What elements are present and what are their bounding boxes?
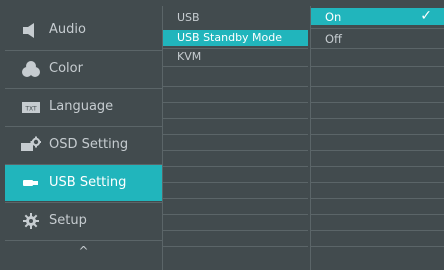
usb-submenu: USB USB Standby Mode KVM [163, 6, 308, 270]
row-divider [163, 182, 308, 183]
row-divider [311, 28, 444, 29]
row-divider [163, 246, 308, 247]
monitor-osd-menu: Audio Color TXT Language OSD Setting USB… [0, 0, 444, 270]
menu-item-label: USB Setting [49, 175, 127, 190]
row-divider [163, 214, 308, 215]
menu-item-usb-setting[interactable]: USB Setting [5, 165, 162, 201]
row-divider [163, 166, 308, 167]
submenu-item-label: USB [177, 11, 200, 24]
row-divider [311, 246, 444, 247]
row-divider [311, 66, 444, 67]
menu-item-audio[interactable]: Audio [5, 12, 162, 48]
scroll-up-arrow[interactable]: ^ [5, 244, 162, 262]
menu-item-osd-setting[interactable]: OSD Setting [5, 127, 162, 163]
menu-item-label: Color [49, 61, 83, 76]
standby-mode-options: On ✓ Off [311, 6, 444, 270]
row-divider [311, 86, 444, 87]
row-divider [163, 150, 308, 151]
row-divider [311, 48, 444, 49]
main-menu: Audio Color TXT Language OSD Setting USB… [5, 6, 162, 264]
row-divider [311, 214, 444, 215]
row-divider [163, 102, 308, 103]
chevron-up-icon: ^ [78, 244, 89, 258]
row-divider [163, 66, 308, 67]
row-divider [163, 134, 308, 135]
option-on[interactable]: On ✓ [311, 8, 444, 25]
row-divider [311, 150, 444, 151]
menu-item-color[interactable]: Color [5, 51, 162, 87]
row-divider [311, 166, 444, 167]
row-divider [311, 134, 444, 135]
submenu-item-kvm[interactable]: KVM [163, 49, 308, 65]
submenu-item-usb[interactable]: USB [163, 10, 308, 26]
menu-item-language[interactable]: TXT Language [5, 89, 162, 125]
menu-item-label: OSD Setting [49, 137, 129, 152]
menu-item-label: Language [49, 99, 114, 114]
menu-item-label: Setup [49, 213, 87, 228]
color-palette-icon [21, 60, 41, 78]
row-divider [163, 198, 308, 199]
speaker-icon [21, 21, 41, 39]
svg-text:TXT: TXT [24, 106, 37, 113]
row-divider [311, 182, 444, 183]
checkmark-icon: ✓ [420, 8, 432, 24]
row-divider [163, 48, 308, 49]
menu-item-setup[interactable]: Setup [5, 203, 162, 239]
option-off[interactable]: Off [311, 30, 444, 47]
row-divider [163, 86, 308, 87]
gear-icon [21, 212, 41, 230]
menu-item-label: Audio [49, 22, 86, 37]
option-label: Off [325, 32, 342, 46]
row-divider [163, 230, 308, 231]
submenu-item-usb-standby-mode[interactable]: USB Standby Mode [163, 30, 308, 46]
txt-language-icon: TXT [21, 98, 41, 116]
row-divider [311, 102, 444, 103]
usb-icon [21, 174, 41, 192]
option-label: On [325, 10, 342, 24]
row-divider [163, 118, 308, 119]
osd-setting-icon [21, 136, 41, 154]
submenu-item-label: KVM [177, 50, 202, 63]
menu-divider [5, 240, 162, 241]
row-divider [311, 230, 444, 231]
submenu-item-label: USB Standby Mode [177, 31, 283, 44]
row-divider [311, 118, 444, 119]
row-divider [311, 198, 444, 199]
